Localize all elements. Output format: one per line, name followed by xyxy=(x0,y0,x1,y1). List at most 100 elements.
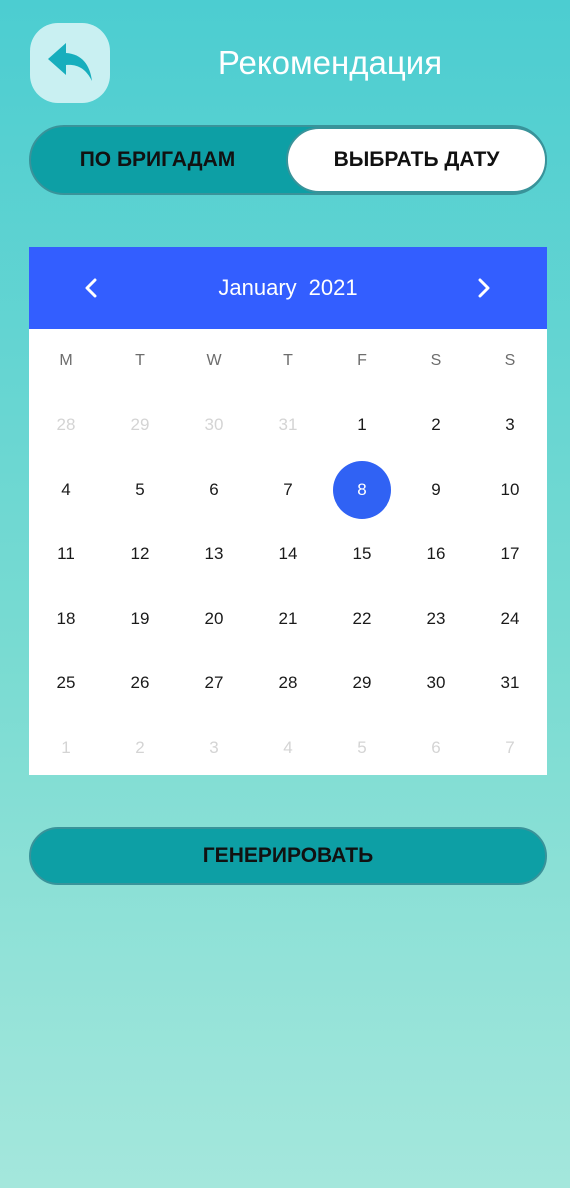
calendar-day[interactable]: 11 xyxy=(29,544,103,564)
calendar-day[interactable]: 4 xyxy=(29,480,103,500)
day-number: 20 xyxy=(204,608,224,628)
day-number: 6 xyxy=(431,737,441,757)
tab-brigades[interactable]: ПО БРИГАДАМ xyxy=(31,127,284,193)
calendar-day[interactable]: 17 xyxy=(473,544,547,564)
calendar-day[interactable]: 18 xyxy=(29,609,103,629)
weekday-label: T xyxy=(135,352,145,369)
calendar-grid: 28 29 30 31 1 2 3 4 5 6 7 8 9 10 11 12 13 14 15 16 17 18 19 20 2… xyxy=(29,393,547,780)
calendar-week-row: 25 26 27 28 29 30 31 xyxy=(29,651,547,716)
calendar-day[interactable]: 5 xyxy=(103,480,177,500)
calendar-day[interactable]: 10 xyxy=(473,480,547,500)
calendar-day[interactable]: 1 xyxy=(325,415,399,435)
calendar-day[interactable]: 9 xyxy=(399,480,473,500)
calendar-day[interactable]: 21 xyxy=(251,609,325,629)
calendar-day[interactable]: 2 xyxy=(399,415,473,435)
tab-pick-date[interactable]: ВЫБРАТЬ ДАТУ xyxy=(286,127,547,193)
calendar-day[interactable]: 22 xyxy=(325,609,399,629)
day-number: 5 xyxy=(135,479,145,499)
calendar-day[interactable]: 26 xyxy=(103,673,177,693)
calendar-day[interactable]: 20 xyxy=(177,609,251,629)
calendar-day[interactable]: 29 xyxy=(325,673,399,693)
calendar-day-outside-month: 5 xyxy=(325,738,399,758)
back-button[interactable] xyxy=(30,23,110,103)
day-number: 14 xyxy=(278,544,298,564)
day-number: 8 xyxy=(333,460,391,519)
day-number: 28 xyxy=(278,673,298,693)
calendar-day[interactable]: 23 xyxy=(399,609,473,629)
calendar-day-outside-month: 29 xyxy=(103,415,177,435)
day-number: 15 xyxy=(352,544,372,564)
calendar-day[interactable]: 14 xyxy=(251,544,325,564)
day-number: 25 xyxy=(56,673,76,693)
day-number: 7 xyxy=(505,737,515,757)
day-number: 23 xyxy=(426,608,446,628)
weekday-label: S xyxy=(430,352,442,369)
day-number: 4 xyxy=(283,737,293,757)
day-number: 30 xyxy=(426,673,446,693)
calendar-week-row: 4 5 6 7 8 9 10 xyxy=(29,458,547,523)
day-number: 29 xyxy=(130,415,150,435)
day-number: 30 xyxy=(204,415,224,435)
day-number: 1 xyxy=(61,737,71,757)
calendar-day[interactable]: 15 xyxy=(325,544,399,564)
day-number: 22 xyxy=(352,608,372,628)
calendar-day-outside-month: 3 xyxy=(177,738,251,758)
day-number: 4 xyxy=(61,479,71,499)
weekday-label: M xyxy=(59,352,73,369)
day-number: 26 xyxy=(130,673,150,693)
day-number: 7 xyxy=(283,479,293,499)
weekday-label: S xyxy=(504,352,516,369)
chevron-left-icon xyxy=(85,278,97,298)
day-number: 3 xyxy=(505,415,515,435)
calendar-week-row: 28 29 30 31 1 2 3 xyxy=(29,393,547,458)
day-number: 1 xyxy=(357,415,367,435)
calendar-day[interactable]: 6 xyxy=(177,480,251,500)
day-number: 16 xyxy=(426,544,446,564)
day-number: 17 xyxy=(500,544,520,564)
month-year-label[interactable]: January 2021 xyxy=(218,275,357,301)
day-number: 18 xyxy=(56,608,76,628)
weekday-label: T xyxy=(283,352,293,369)
next-month-button[interactable] xyxy=(470,274,498,302)
calendar-day[interactable]: 27 xyxy=(177,673,251,693)
calendar-day-outside-month: 1 xyxy=(29,738,103,758)
month-label: January xyxy=(218,275,297,300)
calendar-day-selected[interactable]: 8 xyxy=(325,460,399,519)
calendar-day-outside-month: 28 xyxy=(29,415,103,435)
day-number: 21 xyxy=(278,608,298,628)
calendar-day-outside-month: 7 xyxy=(473,738,547,758)
calendar-day[interactable]: 24 xyxy=(473,609,547,629)
calendar-day[interactable]: 19 xyxy=(103,609,177,629)
prev-month-button[interactable] xyxy=(77,274,105,302)
calendar-day[interactable]: 30 xyxy=(399,673,473,693)
calendar-day[interactable]: 7 xyxy=(251,480,325,500)
calendar-day-outside-month: 31 xyxy=(251,415,325,435)
calendar-day-outside-month: 6 xyxy=(399,738,473,758)
calendar-day[interactable]: 13 xyxy=(177,544,251,564)
day-number: 6 xyxy=(209,479,219,499)
day-number: 19 xyxy=(130,608,150,628)
day-number: 24 xyxy=(500,608,520,628)
calendar-day[interactable]: 31 xyxy=(473,673,547,693)
generate-button[interactable]: ГЕНЕРИРОВАТЬ xyxy=(29,827,547,885)
day-number: 9 xyxy=(431,479,441,499)
calendar-day[interactable]: 12 xyxy=(103,544,177,564)
year-label: 2021 xyxy=(308,275,358,300)
calendar-day[interactable]: 25 xyxy=(29,673,103,693)
chevron-right-icon xyxy=(478,278,490,298)
calendar-day[interactable]: 28 xyxy=(251,673,325,693)
day-number: 2 xyxy=(431,415,441,435)
weekday-label: F xyxy=(357,352,367,369)
day-number: 3 xyxy=(209,737,219,757)
calendar-day[interactable]: 3 xyxy=(473,415,547,435)
day-number: 5 xyxy=(357,737,367,757)
day-number: 28 xyxy=(56,415,76,435)
calendar-week-row: 1 2 3 4 5 6 7 xyxy=(29,716,547,781)
day-number: 10 xyxy=(500,479,520,499)
calendar: January 2021 MTWTFSS 28 29 30 31 1 2 3 4 5 6 7 8 9 10 1… xyxy=(29,247,547,775)
calendar-header: January 2021 xyxy=(29,247,547,329)
calendar-day[interactable]: 16 xyxy=(399,544,473,564)
calendar-day-outside-month: 30 xyxy=(177,415,251,435)
calendar-day-outside-month: 4 xyxy=(251,738,325,758)
page-title: Рекомендация xyxy=(217,44,443,81)
